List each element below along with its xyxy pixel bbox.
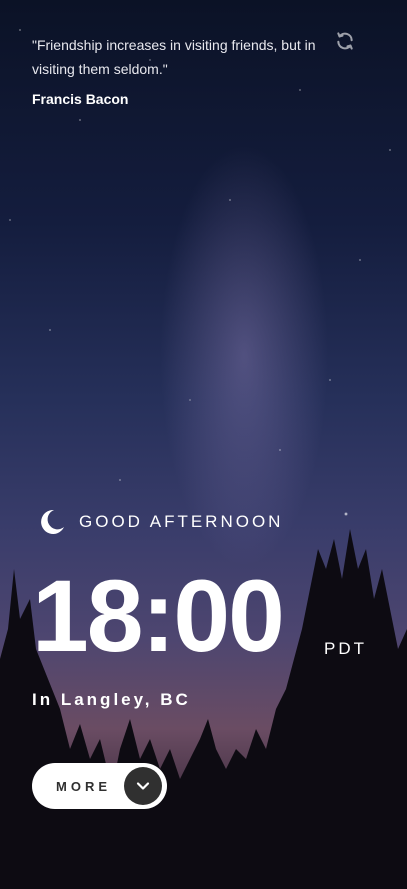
chevron-down-icon <box>136 782 150 790</box>
greeting-row: GOOD AFTERNOON <box>36 507 283 537</box>
moon-icon <box>41 509 64 534</box>
quote-block: "Friendship increases in visiting friend… <box>32 33 322 107</box>
greeting-text: GOOD AFTERNOON <box>79 512 284 531</box>
refresh-button[interactable] <box>333 29 357 53</box>
clock-time: 18:00 <box>32 559 285 673</box>
starfield-background <box>0 0 407 889</box>
more-button-label: MORE <box>56 778 111 794</box>
refresh-icon <box>337 32 353 50</box>
more-button-circle <box>124 767 162 805</box>
more-button[interactable]: MORE <box>32 763 167 809</box>
quote-text: "Friendship increases in visiting friend… <box>32 37 316 77</box>
location-label: In Langley, BC <box>32 690 191 709</box>
quote-author: Francis Bacon <box>32 91 129 107</box>
timezone-label: PDT <box>324 639 367 658</box>
